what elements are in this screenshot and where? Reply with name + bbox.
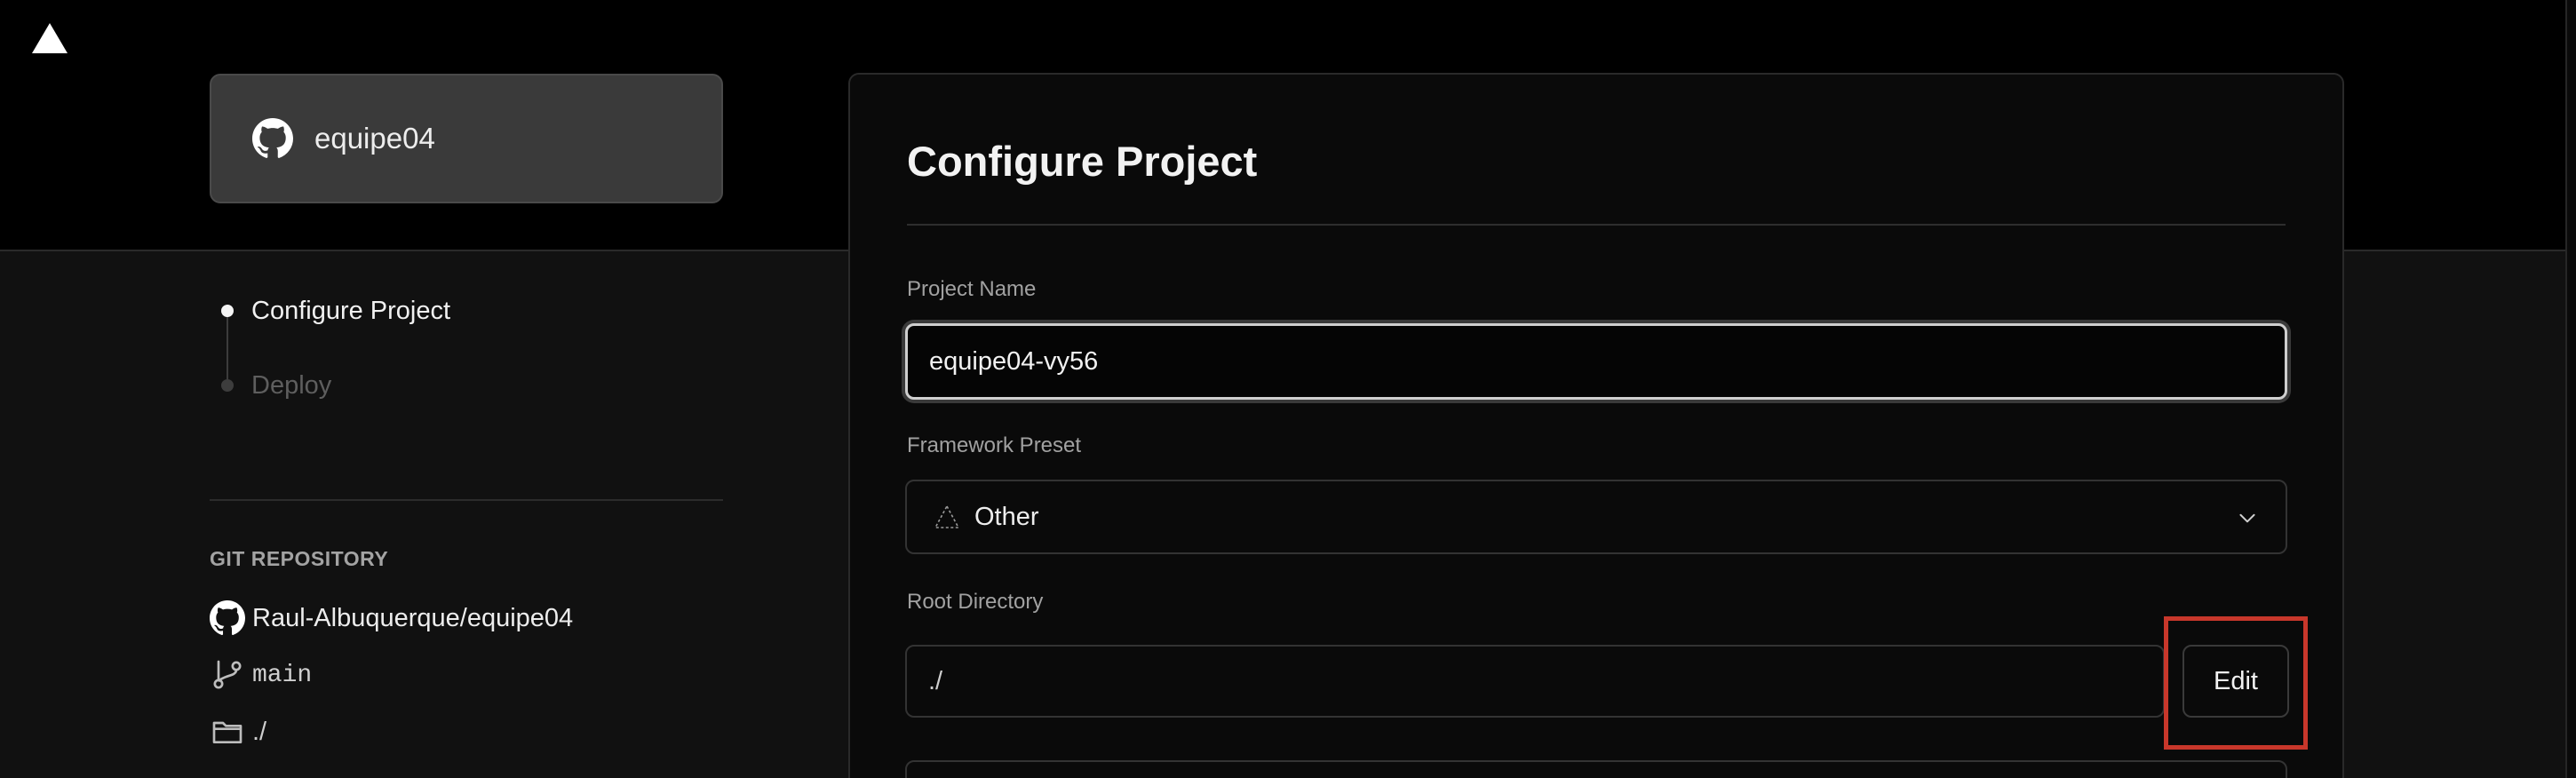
edit-root-directory-button[interactable]: Edit — [2182, 645, 2289, 718]
framework-preset-label: Framework Preset — [907, 433, 1082, 457]
chevron-down-icon — [2239, 513, 2255, 523]
root-directory-label: Root Directory — [907, 590, 1044, 614]
sidebar-divider — [210, 499, 723, 501]
repository-name: Raul-Albuquerque/equipe04 — [252, 603, 574, 632]
page: equipe04 Configure Project Deploy GIT RE… — [0, 0, 2576, 778]
step-label: Deploy — [251, 370, 332, 400]
project-name-label: Project Name — [907, 277, 1037, 301]
page-title: Configure Project — [907, 138, 1258, 185]
framework-other-icon — [934, 504, 960, 528]
scrollbar-track[interactable] — [2565, 0, 2576, 778]
step-configure-project: Configure Project — [210, 293, 450, 329]
project-name-input[interactable] — [905, 323, 2287, 400]
git-directory: ./ — [210, 711, 266, 752]
step-label: Configure Project — [251, 296, 451, 325]
configure-project-card: Configure Project Project Name Framework… — [848, 73, 2344, 778]
framework-preset-select[interactable]: Other — [905, 480, 2287, 554]
git-branch-link[interactable]: main — [210, 655, 312, 695]
folder-icon — [212, 721, 242, 743]
step-deploy: Deploy — [210, 368, 331, 403]
account-name: equipe04 — [314, 122, 435, 155]
framework-preset-value: Other — [974, 502, 1039, 531]
root-directory-input[interactable] — [905, 645, 2165, 718]
git-repository-link[interactable]: Raul-Albuquerque/equipe04 — [210, 598, 573, 639]
branch-name: main — [252, 661, 313, 689]
github-account-card[interactable]: equipe04 — [210, 74, 723, 203]
title-divider — [907, 224, 2286, 226]
git-branch-icon — [213, 660, 242, 689]
build-settings-section[interactable] — [905, 760, 2287, 778]
step-dot-pending — [221, 379, 234, 392]
github-icon — [252, 118, 293, 158]
directory-path: ./ — [252, 717, 267, 746]
vercel-triangle-icon[interactable] — [30, 21, 69, 55]
git-repository-heading: GIT REPOSITORY — [210, 547, 389, 570]
github-icon — [210, 600, 245, 636]
step-dot-active — [221, 305, 234, 317]
